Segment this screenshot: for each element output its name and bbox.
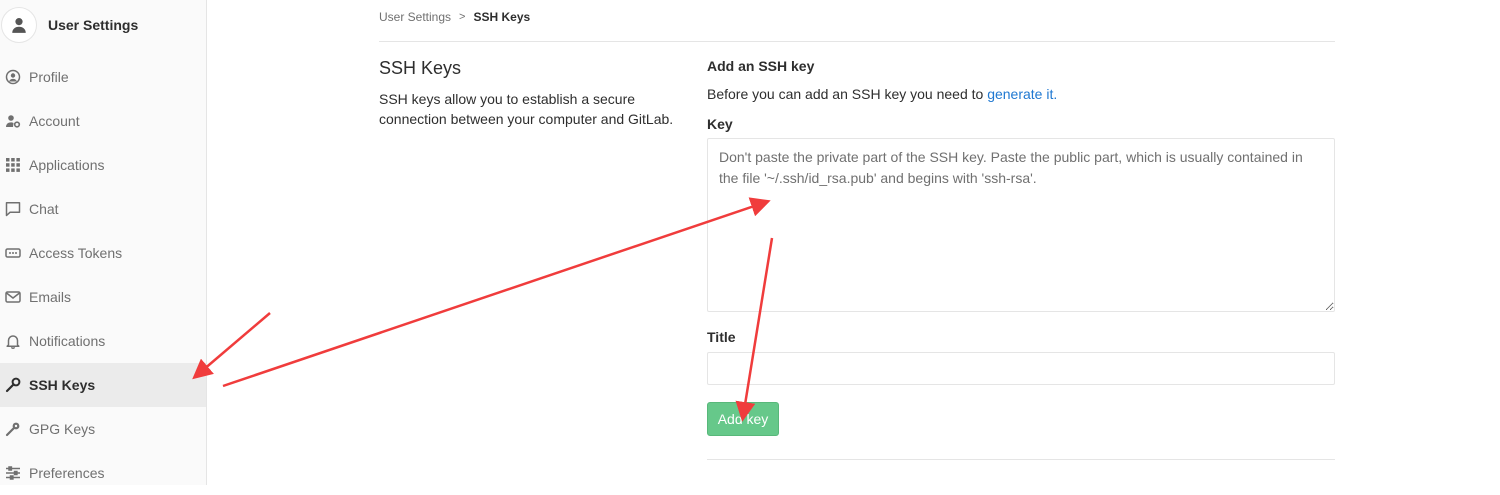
- profile-icon: [5, 69, 21, 85]
- sidebar-item-label: Preferences: [29, 465, 105, 481]
- access-tokens-icon: [5, 245, 21, 261]
- sidebar-item-chat[interactable]: Chat: [0, 187, 206, 231]
- sidebar-item-label: Chat: [29, 201, 59, 217]
- sidebar-title: User Settings: [48, 17, 139, 33]
- add-key-button[interactable]: Add key: [707, 402, 779, 436]
- key-textarea[interactable]: [707, 138, 1335, 312]
- sidebar-item-access-tokens[interactable]: Access Tokens: [0, 231, 206, 275]
- breadcrumb-current[interactable]: SSH Keys: [473, 10, 530, 24]
- form-help-prefix: Before you can add an SSH key you need t…: [707, 86, 988, 102]
- chat-icon: [5, 201, 21, 217]
- key-icon: [5, 377, 21, 393]
- settings-sidebar: User Settings Profile Account Applicatio…: [0, 0, 207, 485]
- breadcrumb-parent-link[interactable]: User Settings: [379, 10, 451, 24]
- key-icon: [5, 421, 21, 437]
- sidebar-item-label: SSH Keys: [29, 377, 96, 393]
- sidebar-item-account[interactable]: Account: [0, 99, 206, 143]
- sidebar-item-ssh-keys[interactable]: SSH Keys: [0, 363, 206, 407]
- bottom-divider: [707, 459, 1335, 460]
- user-avatar-icon[interactable]: [1, 7, 37, 43]
- top-divider: [379, 41, 1335, 42]
- title-input[interactable]: [707, 352, 1335, 385]
- bell-icon: [5, 333, 21, 349]
- sidebar-item-applications[interactable]: Applications: [0, 143, 206, 187]
- sidebar-item-preferences[interactable]: Preferences: [0, 451, 206, 495]
- sidebar-item-label: Profile: [29, 69, 69, 85]
- sidebar-nav: Profile Account Applications Chat Access…: [0, 55, 206, 495]
- sidebar-item-gpg-keys[interactable]: GPG Keys: [0, 407, 206, 451]
- sidebar-item-label: GPG Keys: [29, 421, 96, 437]
- sidebar-header[interactable]: User Settings: [0, 0, 206, 50]
- account-gear-icon: [5, 113, 21, 129]
- sliders-icon: [5, 465, 21, 481]
- section-description: SSH keys allow you to establish a secure…: [379, 91, 674, 127]
- annotation-arrow-to-ssh-keys: [192, 312, 271, 380]
- sidebar-item-emails[interactable]: Emails: [0, 275, 206, 319]
- sidebar-item-profile[interactable]: Profile: [0, 55, 206, 99]
- sidebar-item-label: Access Tokens: [29, 245, 123, 261]
- sidebar-item-label: Account: [29, 113, 80, 129]
- sidebar-item-label: Emails: [29, 289, 72, 305]
- sidebar-item-notifications[interactable]: Notifications: [0, 319, 206, 363]
- form-help-text: Before you can add an SSH key you need t…: [707, 86, 1057, 102]
- applications-grid-icon: [5, 157, 21, 173]
- breadcrumb: User Settings > SSH Keys: [379, 10, 530, 24]
- sidebar-item-label: Notifications: [29, 333, 106, 349]
- form-title: Add an SSH key: [707, 58, 815, 74]
- envelope-icon: [5, 289, 21, 305]
- generate-it-link[interactable]: generate it.: [987, 86, 1057, 102]
- section-title: SSH Keys: [379, 58, 462, 78]
- breadcrumb-separator: >: [459, 11, 466, 23]
- key-label: Key: [707, 116, 733, 132]
- sidebar-item-label: Applications: [29, 157, 105, 173]
- annotation-arrow-to-key-field: [222, 197, 771, 388]
- title-label: Title: [707, 329, 736, 345]
